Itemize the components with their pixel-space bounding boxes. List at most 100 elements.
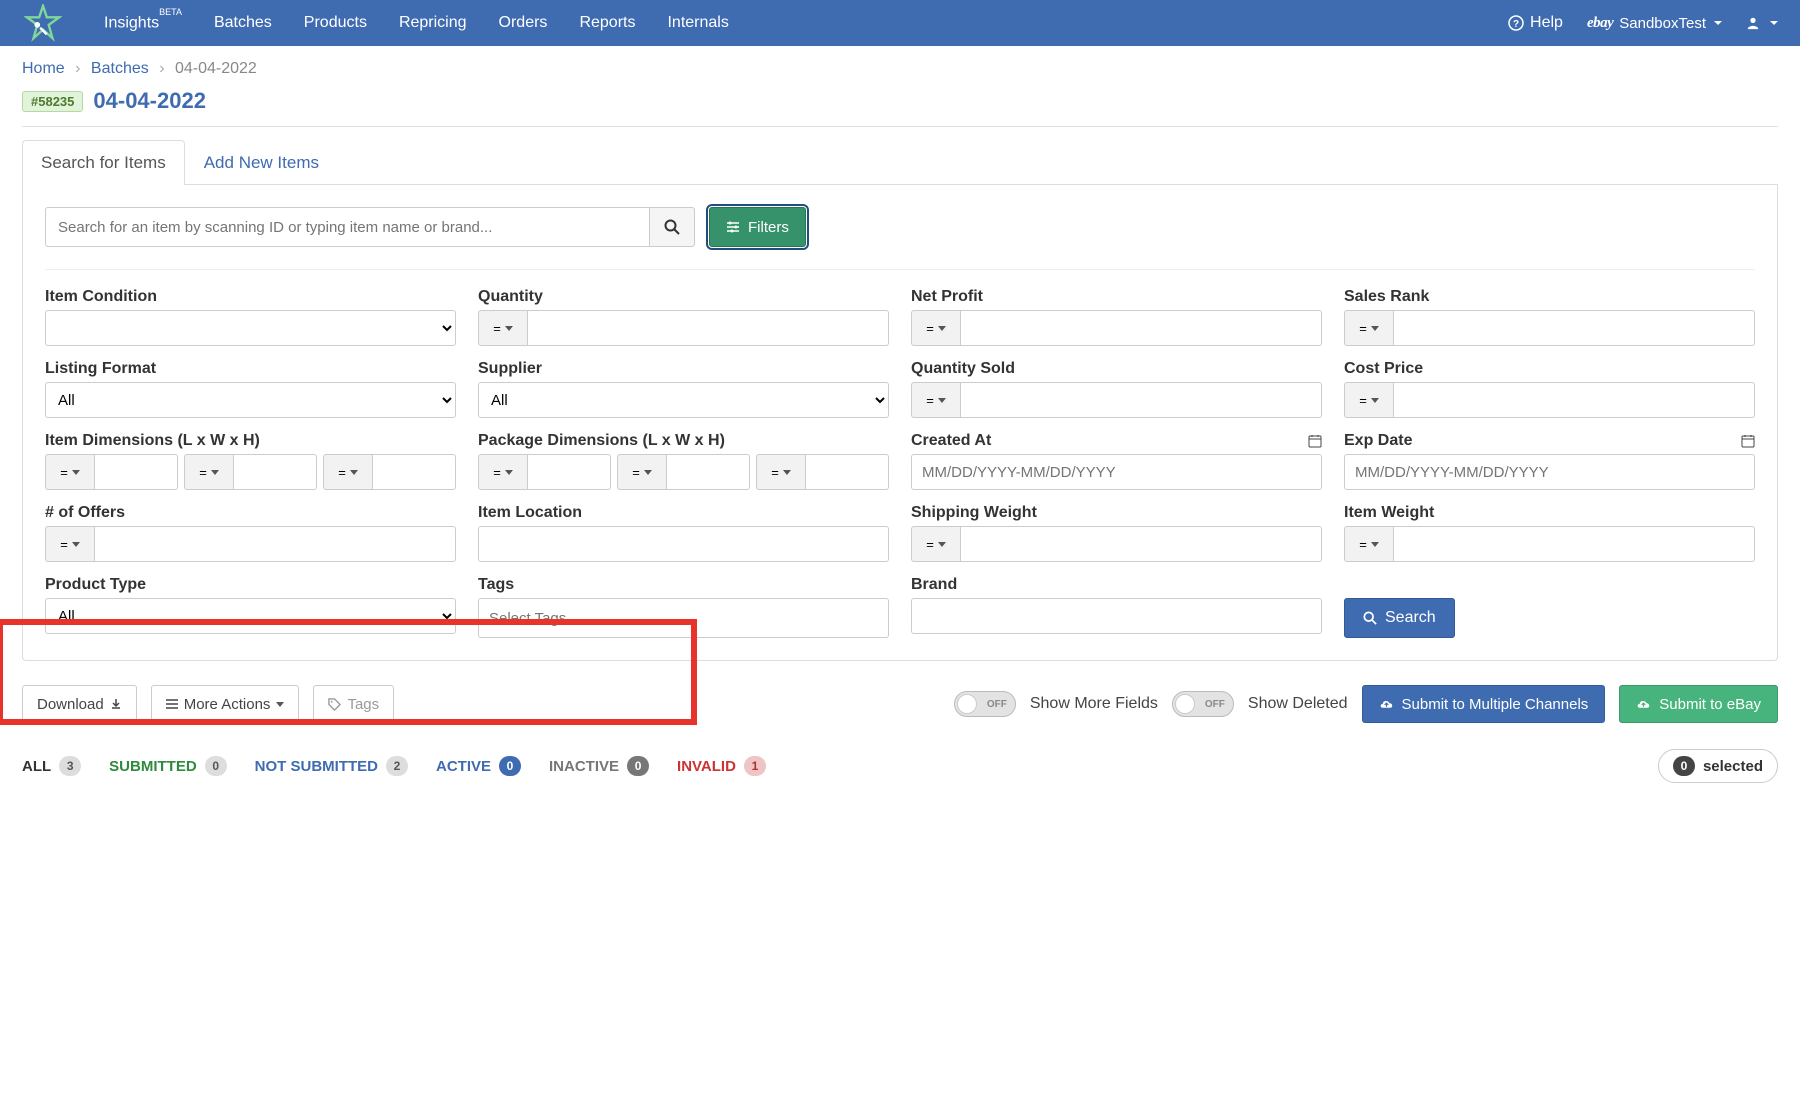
label-exp-date: Exp Date [1344, 432, 1755, 450]
more-actions-button[interactable]: More Actions [151, 685, 300, 723]
download-icon [110, 698, 122, 710]
filters-button[interactable]: Filters [709, 207, 806, 247]
caret-down-icon [1714, 21, 1722, 25]
item-dim-l-input[interactable] [95, 454, 178, 490]
ebay-logo-text: ebay [1587, 15, 1613, 32]
tags-button[interactable]: Tags [313, 685, 394, 723]
submit-multiple-channels-button[interactable]: Submit to Multiple Channels [1362, 685, 1606, 723]
listing-format-select[interactable]: All [45, 382, 456, 418]
nav-reports[interactable]: Reports [579, 14, 635, 32]
user-icon [1746, 16, 1760, 30]
item-weight-input[interactable] [1394, 526, 1755, 562]
pkg-dim-h-operator[interactable]: = [756, 454, 806, 490]
caret-down-icon [938, 326, 946, 331]
cost-price-operator[interactable]: = [1344, 382, 1394, 418]
pkg-dim-l-operator[interactable]: = [478, 454, 528, 490]
product-type-select[interactable]: All [45, 598, 456, 634]
caret-down-icon [350, 470, 358, 475]
pkg-dim-w-input[interactable] [667, 454, 750, 490]
breadcrumb-current: 04-04-2022 [175, 60, 257, 77]
breadcrumb-home[interactable]: Home [22, 60, 65, 77]
pkg-dim-h-input[interactable] [806, 454, 889, 490]
nav-products[interactable]: Products [304, 14, 367, 32]
quantity-sold-input[interactable] [961, 382, 1322, 418]
created-at-input[interactable] [911, 454, 1322, 490]
net-profit-operator[interactable]: = [911, 310, 961, 346]
status-tab-submitted[interactable]: SUBMITTED0 [109, 756, 227, 776]
pkg-dim-w-operator[interactable]: = [617, 454, 667, 490]
item-condition-select[interactable] [45, 310, 456, 346]
supplier-select[interactable]: All [478, 382, 889, 418]
status-tab-invalid[interactable]: INVALID1 [677, 756, 766, 776]
item-dim-w-operator[interactable]: = [184, 454, 234, 490]
nav-account-switcher[interactable]: ebay SandboxTest [1587, 15, 1722, 32]
nav-insights[interactable]: InsightsBETA [104, 13, 182, 32]
offers-input[interactable] [95, 526, 456, 562]
label-item-dimensions: Item Dimensions (L x W x H) [45, 432, 456, 450]
label-brand: Brand [911, 576, 1322, 594]
tab-add-new-items[interactable]: Add New Items [185, 140, 338, 185]
caret-down-icon [1371, 326, 1379, 331]
offers-operator[interactable]: = [45, 526, 95, 562]
status-tab-active[interactable]: ACTIVE0 [436, 756, 521, 776]
search-icon [664, 219, 680, 235]
show-more-fields-toggle[interactable]: OFF [954, 691, 1016, 717]
submit-to-ebay-button[interactable]: Submit to eBay [1619, 685, 1778, 723]
item-location-input[interactable] [478, 526, 889, 562]
status-tab-inactive[interactable]: INACTIVE0 [549, 756, 649, 776]
status-filter-tabs: ALL3 SUBMITTED0 NOT SUBMITTED2 ACTIVE0 I… [0, 735, 1800, 783]
divider [22, 126, 1778, 127]
cost-price-input[interactable] [1394, 382, 1755, 418]
status-tab-not-submitted[interactable]: NOT SUBMITTED2 [255, 756, 408, 776]
item-dim-h-operator[interactable]: = [323, 454, 373, 490]
label-cost-price: Cost Price [1344, 360, 1755, 378]
search-icon-button[interactable] [649, 207, 695, 247]
nav-batches[interactable]: Batches [214, 14, 272, 32]
calendar-icon [1741, 434, 1755, 448]
caret-down-icon [1770, 21, 1778, 25]
status-tab-all[interactable]: ALL3 [22, 756, 81, 776]
shipping-weight-input[interactable] [961, 526, 1322, 562]
svg-text:?: ? [1513, 19, 1519, 30]
tag-icon [328, 698, 341, 711]
exp-date-input[interactable] [1344, 454, 1755, 490]
show-deleted-toggle[interactable]: OFF [1172, 691, 1234, 717]
divider [45, 269, 1755, 270]
cloud-upload-icon [1379, 698, 1394, 710]
search-panel: Filters Item Condition Quantity = Net Pr… [22, 185, 1778, 661]
label-created-at: Created At [911, 432, 1322, 450]
shipping-weight-operator[interactable]: = [911, 526, 961, 562]
help-icon: ? [1508, 15, 1524, 31]
pkg-dim-l-input[interactable] [528, 454, 611, 490]
nav-help[interactable]: ? Help [1508, 14, 1563, 32]
sales-rank-operator[interactable]: = [1344, 310, 1394, 346]
item-dim-h-input[interactable] [373, 454, 456, 490]
net-profit-input[interactable] [961, 310, 1322, 346]
label-supplier: Supplier [478, 360, 889, 378]
search-button[interactable]: Search [1344, 598, 1455, 638]
selected-count-pill[interactable]: 0 selected [1658, 749, 1778, 783]
tab-search-items[interactable]: Search for Items [22, 140, 185, 185]
item-dim-w-input[interactable] [234, 454, 317, 490]
item-dim-l-operator[interactable]: = [45, 454, 95, 490]
quantity-sold-operator[interactable]: = [911, 382, 961, 418]
quantity-input[interactable] [528, 310, 889, 346]
item-weight-operator[interactable]: = [1344, 526, 1394, 562]
label-item-location: Item Location [478, 504, 889, 522]
nav-orders[interactable]: Orders [499, 14, 548, 32]
caret-down-icon [505, 470, 513, 475]
quantity-operator[interactable]: = [478, 310, 528, 346]
app-logo[interactable] [22, 2, 64, 44]
sales-rank-input[interactable] [1394, 310, 1755, 346]
menu-icon [166, 699, 178, 709]
nav-user-menu[interactable] [1746, 16, 1778, 30]
download-button[interactable]: Download [22, 685, 137, 723]
nav-internals[interactable]: Internals [667, 14, 728, 32]
caret-down-icon [938, 398, 946, 403]
tags-select[interactable] [478, 598, 889, 638]
breadcrumb-batches[interactable]: Batches [91, 60, 149, 77]
item-search-input[interactable] [45, 207, 649, 247]
nav-repricing[interactable]: Repricing [399, 14, 467, 32]
caret-down-icon [1371, 398, 1379, 403]
brand-input[interactable] [911, 598, 1322, 634]
